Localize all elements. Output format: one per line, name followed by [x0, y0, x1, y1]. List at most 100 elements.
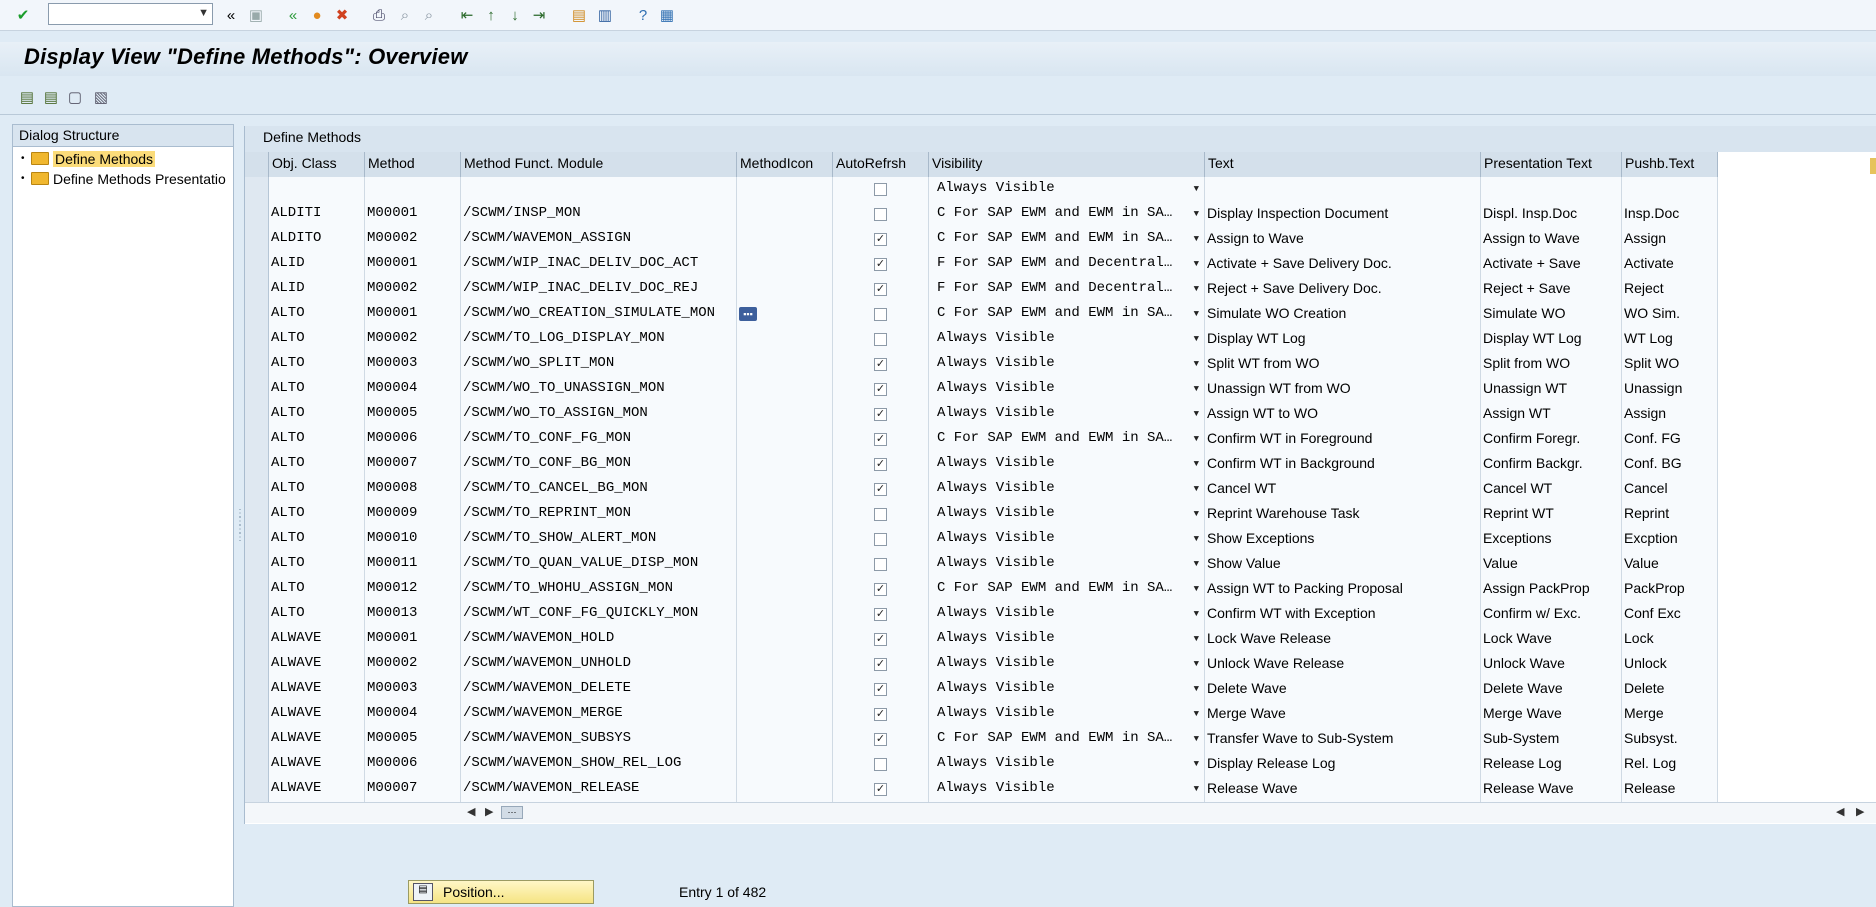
cell-method-icon[interactable]: ▪▪▪ — [737, 302, 833, 327]
create-session-icon[interactable]: ▤ — [568, 4, 590, 26]
position-button[interactable]: ▤ Position... — [408, 880, 594, 904]
cell-visibility[interactable]: Always Visible ▼ — [929, 402, 1205, 427]
header-method-funct-module[interactable]: Method Funct. Module — [461, 152, 737, 177]
table-row[interactable]: ALTO M00005/SCWM/WO_TO_ASSIGN_MON ✓ Always … — [245, 402, 1718, 428]
check-icon[interactable]: ✔ — [12, 4, 34, 26]
cell-visibility[interactable]: Always Visible ▼ — [929, 702, 1205, 727]
auto-refresh-checkbox[interactable] — [874, 183, 887, 196]
cell-visibility[interactable]: Always Visible ▼ — [929, 752, 1205, 777]
chevron-down-icon[interactable]: ▼ — [1194, 259, 1199, 269]
cell-visibility[interactable]: Always Visible ▼ — [929, 627, 1205, 652]
cell-method-icon[interactable] — [737, 177, 833, 202]
table-row[interactable]: ALTO M00002/SCWM/TO_LOG_DISPLAY_MON Always… — [245, 327, 1718, 353]
auto-refresh-checkbox[interactable] — [874, 508, 887, 521]
chevron-down-icon[interactable]: ▼ — [1194, 784, 1199, 794]
row-selector[interactable] — [245, 352, 269, 377]
auto-refresh-checkbox[interactable] — [874, 333, 887, 346]
cell-visibility[interactable]: C For SAP EWM and EWM in SA… ▼ — [929, 302, 1205, 327]
row-selector[interactable] — [245, 677, 269, 702]
cell-visibility[interactable]: C For SAP EWM and EWM in SA… ▼ — [929, 727, 1205, 752]
cell-visibility[interactable]: Always Visible ▼ — [929, 377, 1205, 402]
command-field[interactable]: ▼ — [48, 3, 213, 25]
chevron-down-icon[interactable]: ▼ — [1194, 234, 1199, 244]
auto-refresh-checkbox[interactable] — [874, 533, 887, 546]
header-text[interactable]: Text — [1205, 152, 1481, 177]
chevron-down-icon[interactable]: ▼ — [1194, 409, 1199, 419]
cell-visibility[interactable]: Always Visible ▼ — [929, 477, 1205, 502]
auto-refresh-checkbox[interactable]: ✓ — [874, 283, 887, 296]
cell-visibility[interactable]: C For SAP EWM and EWM in SA… ▼ — [929, 227, 1205, 252]
row-selector[interactable] — [245, 452, 269, 477]
chevron-down-icon[interactable]: ▼ — [1194, 534, 1199, 544]
chevron-down-icon[interactable]: ▼ — [1194, 509, 1199, 519]
table-row[interactable]: ALTO M00009/SCWM/TO_REPRINT_MON Always Vis… — [245, 502, 1718, 528]
chevron-down-icon[interactable]: ▼ — [1194, 584, 1199, 594]
last-page-icon[interactable]: ⇥ — [528, 4, 550, 26]
pane-splitter[interactable]: ⋮ ⋮ ⋮ ⋮ — [235, 509, 245, 546]
column-settings-icon[interactable] — [1870, 158, 1876, 174]
scroll-thumb[interactable]: ⋯ — [501, 806, 523, 819]
auto-refresh-checkbox[interactable] — [874, 308, 887, 321]
auto-refresh-checkbox[interactable]: ✓ — [874, 433, 887, 446]
table-row[interactable]: ALWAVE M00007/SCWM/WAVEMON_RELEASE ✓ Always… — [245, 777, 1718, 803]
auto-refresh-checkbox[interactable] — [874, 208, 887, 221]
table-row[interactable]: ALTO M00012/SCWM/TO_WHOHU_ASSIGN_MON ✓ C Fo… — [245, 577, 1718, 603]
header-obj-class[interactable]: Obj. Class — [269, 152, 365, 177]
previous-page-icon[interactable]: ↑ — [480, 4, 502, 26]
chevron-down-icon[interactable]: ▼ — [1194, 434, 1199, 444]
cell-method-icon[interactable] — [737, 227, 833, 252]
cell-visibility[interactable]: Always Visible ▼ — [929, 602, 1205, 627]
cell-method-icon[interactable] — [737, 477, 833, 502]
cell-visibility[interactable]: Always Visible ▼ — [929, 327, 1205, 352]
tree-item-define-methods[interactable]: • Define Methods — [21, 149, 156, 168]
cell-method-icon[interactable] — [737, 352, 833, 377]
chevron-down-icon[interactable]: ▼ — [1194, 559, 1199, 569]
table-row[interactable]: ALTO M00003/SCWM/WO_SPLIT_MON ✓ Always Visi… — [245, 352, 1718, 378]
row-selector[interactable] — [245, 477, 269, 502]
table-row[interactable]: ALWAVE M00001/SCWM/WAVEMON_HOLD ✓ Always Vi… — [245, 627, 1718, 653]
scroll-right-icon[interactable]: ▶ — [485, 805, 493, 818]
cell-method-icon[interactable] — [737, 277, 833, 302]
auto-refresh-checkbox[interactable]: ✓ — [874, 458, 887, 471]
expand-arrows-icon[interactable]: « — [220, 4, 242, 26]
cell-visibility[interactable]: Always Visible ▼ — [929, 527, 1205, 552]
table-row[interactable]: ALTO M00008/SCWM/TO_CANCEL_BG_MON ✓ Always … — [245, 477, 1718, 503]
table-row[interactable]: ALTO M00013/SCWM/WT_CONF_FG_QUICKLY_MON ✓ A… — [245, 602, 1718, 628]
auto-refresh-checkbox[interactable] — [874, 558, 887, 571]
scroll-far-left-icon[interactable]: ◀ — [1836, 805, 1844, 818]
chevron-down-icon[interactable]: ▼ — [1194, 334, 1199, 344]
row-selector[interactable] — [245, 177, 269, 202]
table-row[interactable]: ALDITI M00001/SCWM/INSP_MON C For SAP EWM … — [245, 202, 1718, 228]
header-method-icon[interactable]: MethodIcon — [737, 152, 833, 177]
table-row[interactable]: ALWAVE M00006/SCWM/WAVEMON_SHOW_REL_LOG Al… — [245, 752, 1718, 778]
cell-method-icon[interactable] — [737, 552, 833, 577]
row-selector[interactable] — [245, 777, 269, 802]
cell-visibility[interactable]: Always Visible ▼ — [929, 652, 1205, 677]
chevron-down-icon[interactable]: ▼ — [1194, 459, 1199, 469]
chevron-down-icon[interactable]: ▼ — [1194, 684, 1199, 694]
table-row[interactable]: ALTO M00004/SCWM/WO_TO_UNASSIGN_MON ✓ Alway… — [245, 377, 1718, 403]
chevron-down-icon[interactable]: ▼ — [1194, 659, 1199, 669]
back-icon[interactable]: « — [282, 4, 304, 26]
cell-method-icon[interactable] — [737, 777, 833, 802]
auto-refresh-checkbox[interactable]: ✓ — [874, 733, 887, 746]
chevron-down-icon[interactable]: ▼ — [1194, 284, 1199, 294]
table-row[interactable]: ALTO M00007/SCWM/TO_CONF_BG_MON ✓ Always Vi… — [245, 452, 1718, 478]
cell-method-icon[interactable] — [737, 377, 833, 402]
table-row[interactable]: ALDITO M00002/SCWM/WAVEMON_ASSIGN ✓ C For S… — [245, 227, 1718, 253]
cancel-icon[interactable]: ✖ — [331, 4, 353, 26]
row-selector[interactable] — [245, 227, 269, 252]
cell-method-icon[interactable] — [737, 527, 833, 552]
table-row[interactable]: ALWAVE M00003/SCWM/WAVEMON_DELETE ✓ Always … — [245, 677, 1718, 703]
chevron-down-icon[interactable]: ▼ — [1194, 359, 1199, 369]
row-selector[interactable] — [245, 327, 269, 352]
header-method[interactable]: Method — [365, 152, 461, 177]
auto-refresh-checkbox[interactable]: ✓ — [874, 683, 887, 696]
find-icon[interactable]: ⌕ — [394, 4, 416, 26]
cell-method-icon[interactable] — [737, 677, 833, 702]
deselect-all-icon[interactable]: ▢ — [64, 86, 86, 108]
table-row[interactable]: ALWAVE M00005/SCWM/WAVEMON_SUBSYS ✓ C For S… — [245, 727, 1718, 753]
select-all-header[interactable] — [245, 152, 269, 177]
cell-visibility[interactable]: F For SAP EWM and Decentral… ▼ — [929, 277, 1205, 302]
scroll-far-right-icon[interactable]: ▶ — [1856, 805, 1864, 818]
